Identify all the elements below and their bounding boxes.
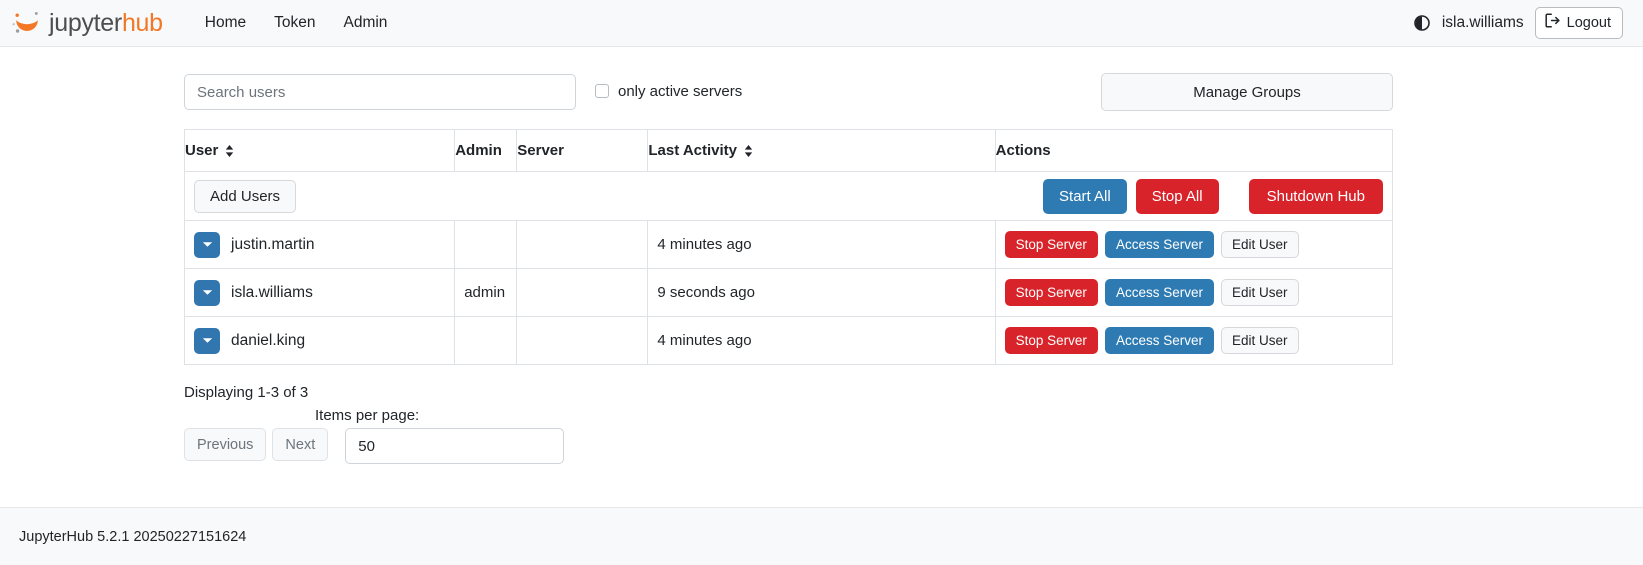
bulk-actions-row: Add Users Start All Stop All Shutdown Hu… [185, 172, 1393, 221]
next-page-button[interactable]: Next [272, 428, 328, 461]
users-table-header-row: User Admin Server [185, 130, 1393, 172]
stop-server-button[interactable]: Stop Server [1005, 327, 1098, 355]
half-circle-contrast-icon[interactable] [1414, 15, 1431, 32]
pagination-area: Displaying 1-3 of 3 Items per page: Prev… [184, 384, 1393, 464]
start-all-button[interactable]: Start All [1043, 179, 1127, 214]
table-row: isla.williams admin 9 seconds ago Stop S… [185, 269, 1393, 317]
column-header-admin-label: Admin [455, 142, 502, 159]
logout-button[interactable]: Logout [1535, 7, 1623, 40]
navbar-right: isla.williams Logout [1414, 7, 1623, 40]
table-row: daniel.king 4 minutes ago Stop Server Ac… [185, 317, 1393, 365]
cell-user: daniel.king [185, 317, 455, 365]
cell-actions: Stop Server Access Server Edit User [995, 317, 1392, 365]
cell-user: justin.martin [185, 221, 455, 269]
sort-updown-icon [225, 144, 234, 158]
cell-server [517, 269, 648, 317]
nav-link-token[interactable]: Token [260, 8, 329, 38]
only-active-servers-label[interactable]: only active servers [618, 83, 742, 100]
nav-link-home[interactable]: Home [191, 8, 260, 38]
sort-last-activity[interactable]: Last Activity [648, 142, 753, 159]
cell-last-activity: 4 minutes ago [648, 221, 995, 269]
table-row: justin.martin 4 minutes ago Stop Server … [185, 221, 1393, 269]
users-table-bulk-actions: Add Users Start All Stop All Shutdown Hu… [185, 172, 1393, 221]
jupyterhub-logo-icon [12, 9, 42, 37]
row-actions: Stop Server Access Server Edit User [1005, 327, 1383, 355]
nav-link-admin[interactable]: Admin [329, 8, 401, 38]
access-server-button[interactable]: Access Server [1105, 327, 1214, 355]
footer: JupyterHub 5.2.1 20250227151624 [0, 507, 1643, 565]
column-header-actions-label: Actions [996, 142, 1051, 159]
shutdown-hub-button[interactable]: Shutdown Hub [1249, 179, 1383, 214]
stop-server-button[interactable]: Stop Server [1005, 279, 1098, 307]
chevron-down-icon[interactable] [194, 280, 220, 306]
pager-row: Previous Next [184, 428, 1393, 464]
brand-text-jupyter: jupyter [49, 9, 122, 37]
column-header-user-label: User [185, 142, 218, 159]
items-per-page-input[interactable] [345, 428, 564, 464]
cell-actions: Stop Server Access Server Edit User [995, 221, 1392, 269]
manage-groups-button[interactable]: Manage Groups [1101, 73, 1393, 111]
row-actions: Stop Server Access Server Edit User [1005, 231, 1383, 259]
access-server-button[interactable]: Access Server [1105, 231, 1214, 259]
column-header-last-activity[interactable]: Last Activity [648, 130, 995, 172]
bulk-server-controls: Start All Stop All Shutdown Hub [1043, 179, 1383, 214]
edit-user-button[interactable]: Edit User [1221, 327, 1299, 355]
column-header-last-activity-label: Last Activity [648, 142, 737, 159]
admin-panel: only active servers Manage Groups User [184, 47, 1393, 464]
main-container: only active servers Manage Groups User [0, 47, 1643, 464]
current-username: isla.williams [1442, 14, 1524, 32]
column-header-admin: Admin [455, 130, 517, 172]
users-table-body: justin.martin 4 minutes ago Stop Server … [185, 221, 1393, 365]
cell-admin [455, 317, 517, 365]
user-name: justin.martin [231, 236, 315, 254]
previous-page-button[interactable]: Previous [184, 428, 266, 461]
sort-updown-icon [744, 144, 753, 158]
user-cell: isla.williams [194, 280, 445, 306]
only-active-servers-filter[interactable]: only active servers [595, 83, 742, 100]
stop-server-button[interactable]: Stop Server [1005, 231, 1098, 259]
add-users-button[interactable]: Add Users [194, 180, 296, 213]
column-header-server: Server [517, 130, 648, 172]
column-header-server-label: Server [517, 142, 564, 159]
column-header-actions: Actions [995, 130, 1392, 172]
items-per-page-label: Items per page: [315, 407, 419, 424]
column-header-user[interactable]: User [185, 130, 455, 172]
cell-last-activity: 9 seconds ago [648, 269, 995, 317]
user-name: isla.williams [231, 284, 313, 302]
cell-actions: Stop Server Access Server Edit User [995, 269, 1392, 317]
stop-all-button[interactable]: Stop All [1136, 179, 1219, 214]
cell-admin: admin [455, 269, 517, 317]
navbar: jupyterhub Home Token Admin isla.william… [0, 0, 1643, 47]
brand-text-hub: hub [122, 9, 163, 37]
user-name: daniel.king [231, 332, 305, 350]
logout-label: Logout [1567, 14, 1611, 33]
only-active-servers-checkbox[interactable] [595, 84, 609, 98]
user-cell: justin.martin [194, 232, 445, 258]
access-server-button[interactable]: Access Server [1105, 279, 1214, 307]
chevron-down-icon[interactable] [194, 328, 220, 354]
cell-admin [455, 221, 517, 269]
edit-user-button[interactable]: Edit User [1221, 231, 1299, 259]
sign-out-icon [1545, 13, 1561, 34]
cell-user: isla.williams [185, 269, 455, 317]
cell-server [517, 221, 648, 269]
brand-text: jupyterhub [49, 9, 163, 38]
brand-link[interactable]: jupyterhub [12, 9, 163, 38]
users-table-head: User Admin Server [185, 130, 1393, 172]
cell-last-activity: 4 minutes ago [648, 317, 995, 365]
chevron-down-icon[interactable] [194, 232, 220, 258]
cell-server [517, 317, 648, 365]
bulk-actions-cell: Add Users Start All Stop All Shutdown Hu… [185, 172, 1393, 221]
bulk-actions-inner: Add Users Start All Stop All Shutdown Hu… [185, 172, 1392, 220]
sort-user[interactable]: User [185, 142, 234, 159]
nav-links: Home Token Admin [191, 8, 402, 38]
search-input[interactable] [184, 74, 576, 110]
admin-toolbar: only active servers Manage Groups [184, 74, 1393, 110]
footer-version-text: JupyterHub 5.2.1 20250227151624 [19, 529, 246, 545]
edit-user-button[interactable]: Edit User [1221, 279, 1299, 307]
displaying-count: Displaying 1-3 of 3 [184, 384, 1393, 401]
users-table: User Admin Server [184, 129, 1393, 365]
user-cell: daniel.king [194, 328, 445, 354]
row-actions: Stop Server Access Server Edit User [1005, 279, 1383, 307]
